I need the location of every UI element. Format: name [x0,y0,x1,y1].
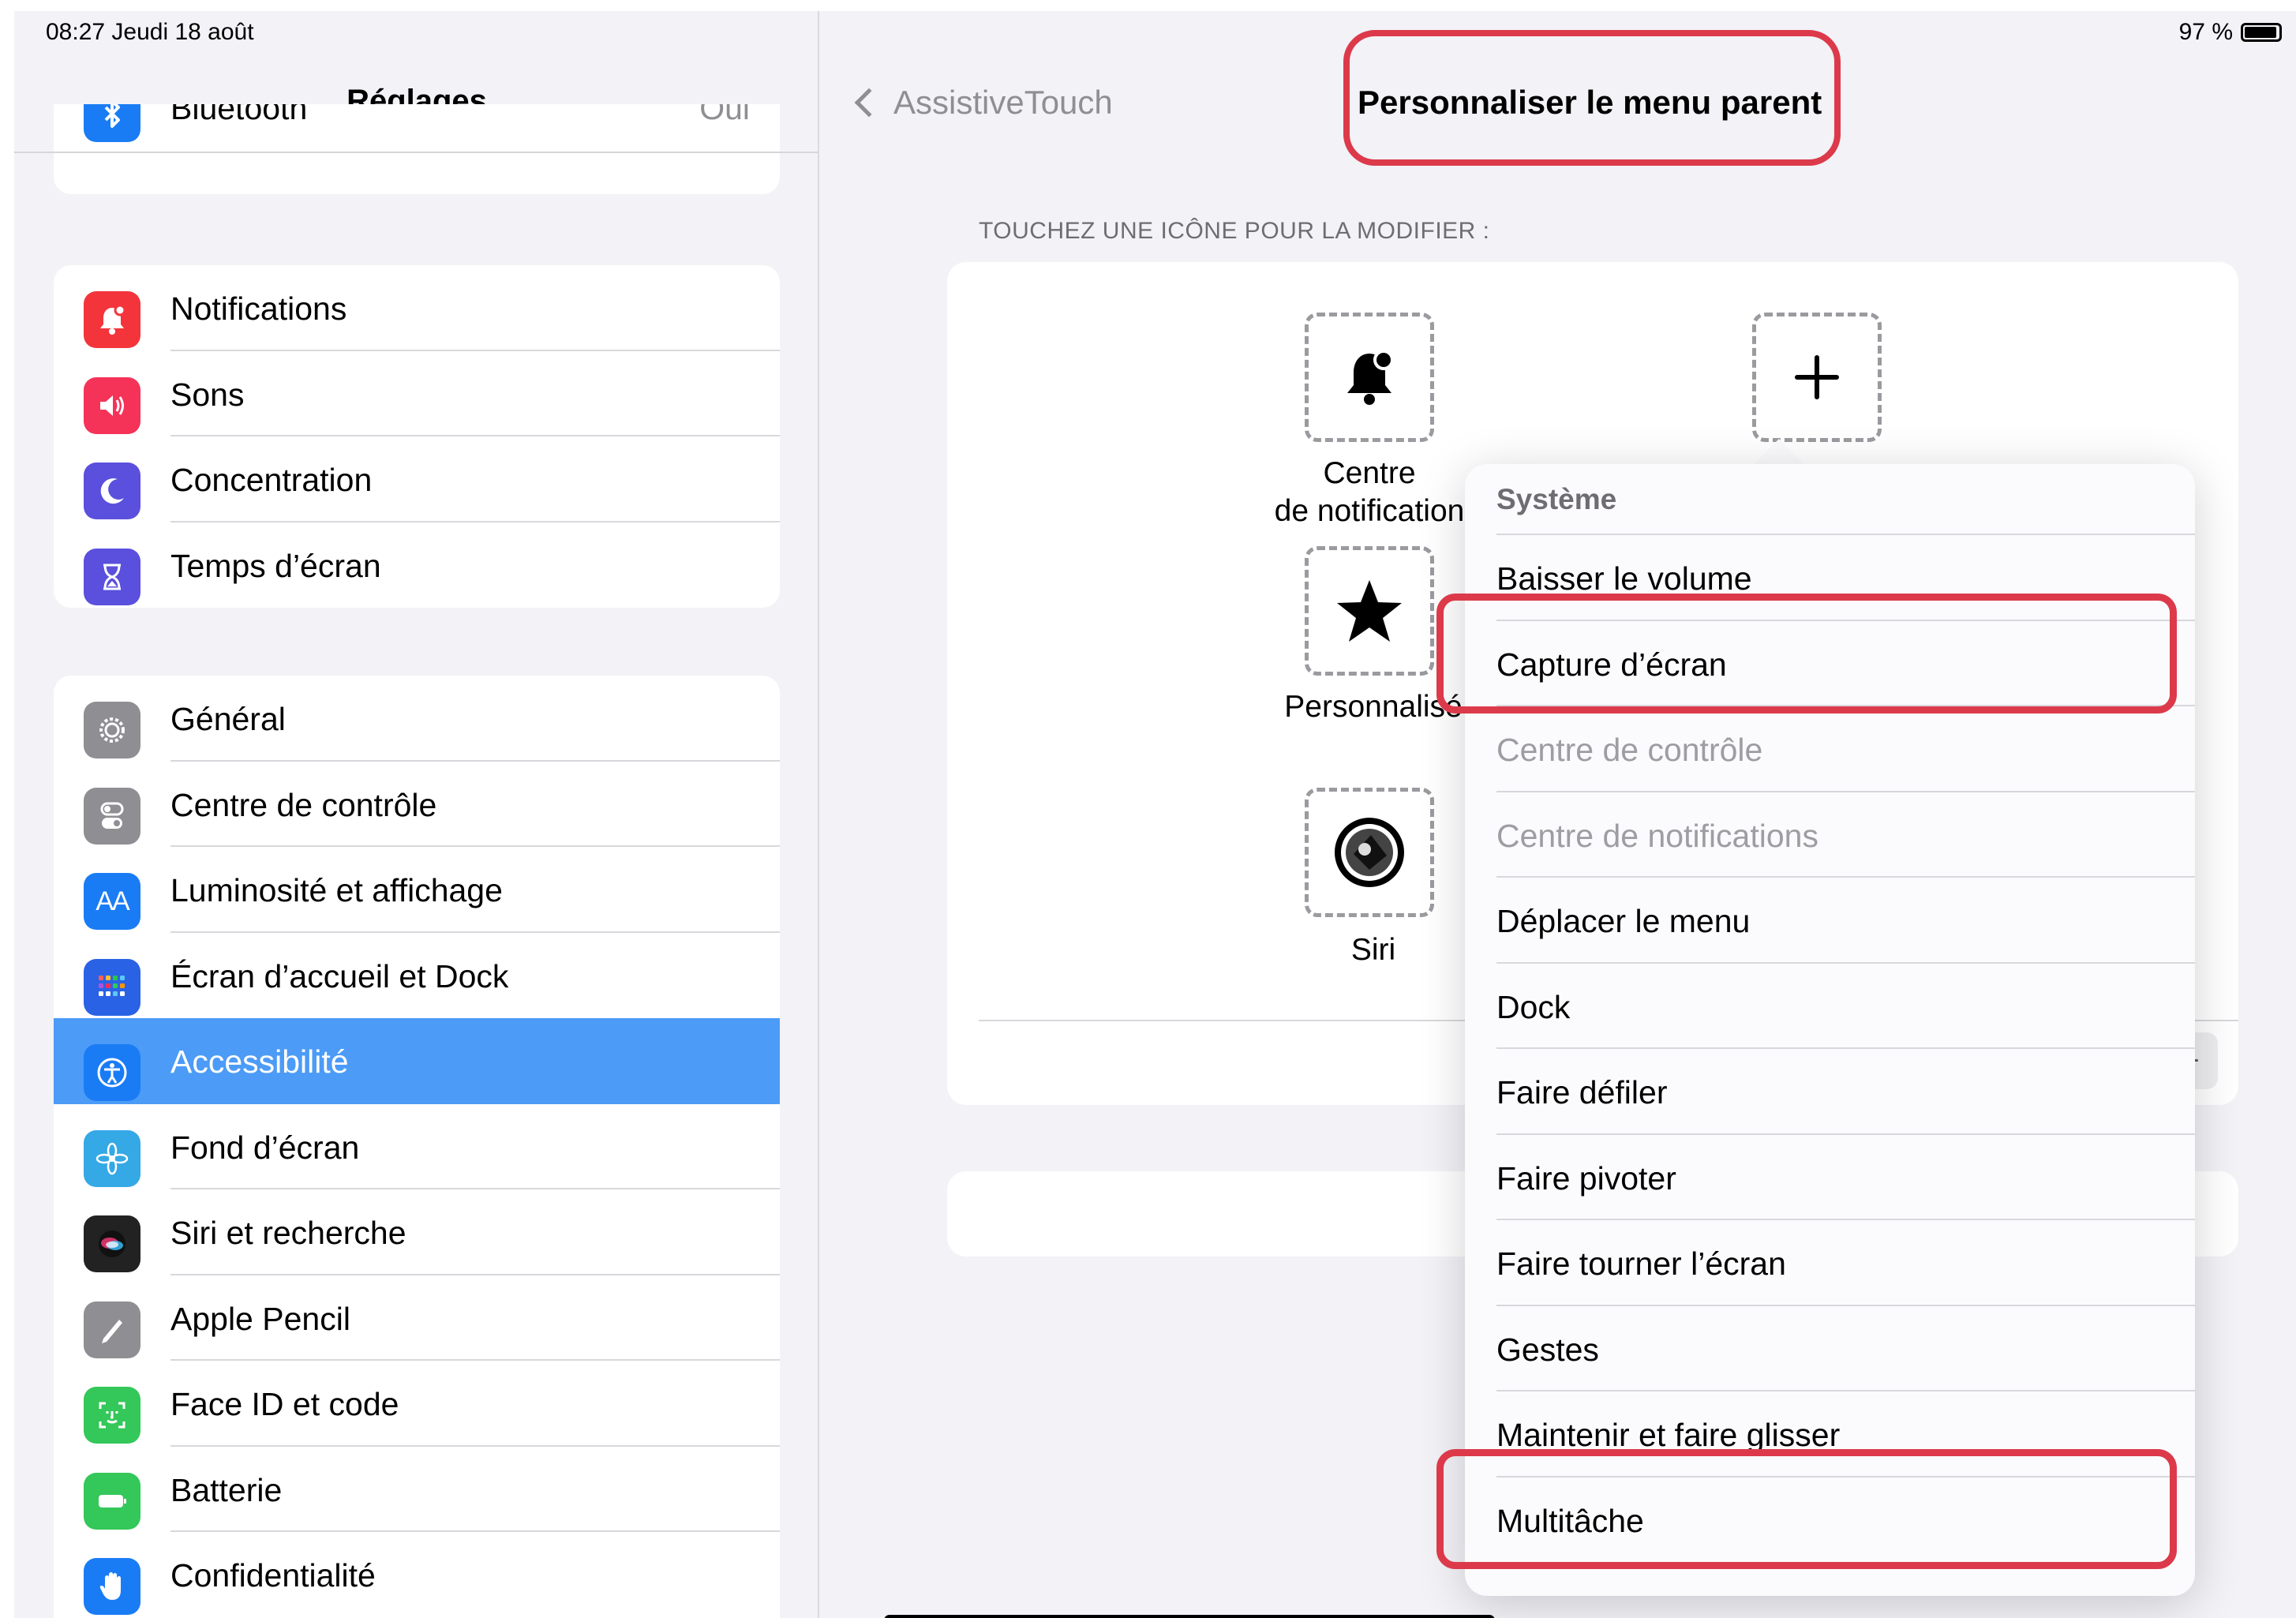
sidebar-item-hand[interactable]: Confidentialité [54,1532,780,1618]
menu-item-label: Dock [1496,988,1571,1025]
sidebar-item-label: Face ID et code [170,1386,399,1422]
settings-sidebar: 08:27 Jeudi 18 août Réglages Bluetooth O… [14,11,819,1618]
sidebar-item-label: Général [170,701,286,737]
gear-icon [84,702,140,758]
sidebar-item-label: Notifications [170,290,347,327]
bell-badge-icon [1347,350,1394,405]
sidebar-item-pencil[interactable]: Apple Pencil [54,1275,780,1361]
menu-item-label: Faire tourner l’écran [1496,1245,1786,1282]
popover-section-header: Système [1496,483,1617,515]
sidebar-item-hourglass[interactable]: Temps d’écran [54,522,780,609]
menu-item[interactable]: Gestes [1465,1306,2195,1391]
detail-pane: 97 % AssistiveTouch Personnaliser le men… [821,11,2296,1618]
battery-icon [2241,23,2282,42]
battery-status: 97 % [2179,19,2282,46]
sidebar-item-home-grid[interactable]: Écran d’accueil et Dock [54,933,780,1019]
ipad-screen: 08:27 Jeudi 18 août Réglages Bluetooth O… [14,11,2296,1618]
home-indicator[interactable] [884,1615,1495,1618]
moon-icon [84,463,140,519]
header-divider [14,152,818,153]
menu-item[interactable]: Faire défiler [1465,1049,2195,1135]
siri-icon [84,1215,140,1272]
popover-arrow [1752,439,1806,466]
back-button-label: AssistiveTouch [893,84,1113,121]
sidebar-item-label: Apple Pencil [170,1300,350,1337]
slot-label: Centre de notification [1274,456,1465,528]
title-highlight-box [1343,30,1841,166]
sidebar-item-label: Siri et recherche [170,1215,406,1251]
menu-item[interactable]: Faire tourner l’écran [1465,1220,2195,1306]
toggles-icon [84,787,140,845]
slot-notification-center[interactable] [1305,313,1434,442]
sidebar-item-toggles[interactable]: Centre de contrôle [54,762,780,847]
flower-icon [84,1129,140,1187]
slot-label: Siri [1350,933,1396,967]
menu-item-label: Maintenir et faire glisser [1496,1417,1841,1453]
bluetooth-icon [84,104,140,142]
plus-icon [1795,355,1839,399]
settings-group-connectivity: Bluetooth Oui [54,104,780,194]
sidebar-item-bluetooth[interactable]: Bluetooth Oui [54,104,780,194]
sidebar-item-gear[interactable]: Général [54,676,780,762]
sidebar-item-label: Fond d’écran [170,1129,360,1166]
menu-item-label: Déplacer le menu [1496,903,1751,939]
menu-item-label: Gestes [1496,1331,1599,1368]
sidebar-item-flower[interactable]: Fond d’écran [54,1104,780,1189]
slot-add[interactable] [1752,313,1882,442]
battery-icon [84,1472,140,1530]
pencil-icon [84,1301,140,1358]
menu-item: Centre de contrôle [1465,706,2195,792]
accessibility-icon [84,1044,140,1101]
sidebar-item-bell-badge[interactable]: Notifications [54,265,780,351]
sidebar-item-value: Oui [699,104,750,126]
section-caption: TOUCHEZ UNE ICÔNE POUR LA MODIFIER : [979,218,1490,244]
sidebar-item-siri[interactable]: Siri et recherche [54,1189,780,1275]
sidebar-item-label: Centre de contrôle [170,786,437,823]
slot-custom[interactable] [1305,546,1434,676]
sidebar-item-speaker[interactable]: Sons [54,351,780,436]
menu-item-label: Centre de notifications [1496,817,1818,854]
menu-item[interactable]: Dock [1465,964,2195,1049]
sidebar-item-text-size[interactable]: AA Luminosité et affichage [54,847,780,933]
sidebar-item-accessibility[interactable]: Accessibilité [54,1018,780,1104]
sidebar-item-label: Accessibilité [170,1043,349,1080]
back-button[interactable]: AssistiveTouch [854,84,1113,122]
sidebar-item-label: Luminosité et affichage [170,872,503,908]
sidebar-item-label: Sons [170,376,245,413]
sidebar-item-face-id[interactable]: Face ID et code [54,1361,780,1447]
text-size-icon: AA [84,873,140,930]
sidebar-item-label: Temps d’écran [170,547,381,584]
slot-siri[interactable] [1305,788,1434,917]
highlight-capture-ecran [1436,594,2177,713]
sidebar-item-moon[interactable]: Concentration [54,436,780,522]
face-id-icon [84,1387,140,1444]
menu-item-label: Baisser le volume [1496,560,1752,597]
status-time-date: 08:27 Jeudi 18 août [46,19,254,45]
sidebar-item-label: Confidentialité [170,1557,376,1594]
home-grid-icon [84,958,140,1016]
menu-item-label: Centre de contrôle [1496,732,1763,768]
menu-item-label: Faire défiler [1496,1074,1668,1111]
chevron-left-icon [854,88,884,118]
speaker-icon [84,376,140,434]
menu-item[interactable]: Déplacer le menu [1465,878,2195,964]
hand-icon [84,1558,140,1615]
siri-button-icon [1335,818,1404,887]
star-icon [1337,580,1402,642]
sidebar-item-label: Concentration [170,462,373,498]
menu-item: Centre de notifications [1465,792,2195,878]
sidebar-item-label: Bluetooth [170,104,308,126]
highlight-multitache [1436,1449,2177,1569]
battery-percent: 97 % [2178,19,2233,45]
bell-badge-icon [84,291,140,348]
menu-item-label: Faire pivoter [1496,1159,1676,1197]
menu-item[interactable]: Faire pivoter [1465,1135,2195,1220]
sidebar-item-label: Batterie [170,1471,283,1508]
settings-group-general: Général Centre de contrôle AA Luminosité et… [54,676,780,1618]
sidebar-item-battery[interactable]: Batterie [54,1447,780,1532]
settings-group-notifications: Notifications Sons Concentration Temps d’éc… [54,265,780,608]
sidebar-item-label: Écran d’accueil et Dock [170,957,509,994]
hourglass-icon [84,548,140,605]
